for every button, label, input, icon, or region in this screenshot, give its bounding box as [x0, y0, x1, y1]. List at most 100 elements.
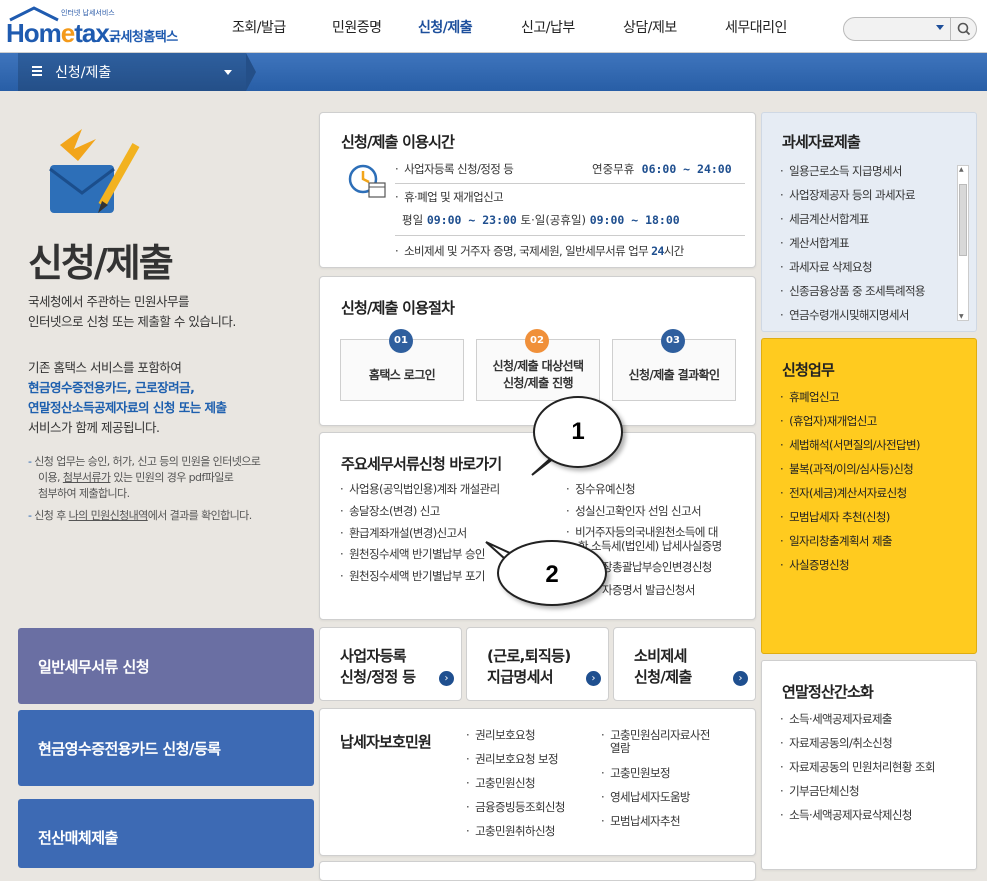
shortcut-link[interactable]: 원천징수세액 반기별납부 포기: [340, 568, 485, 584]
step-number: 01: [389, 329, 413, 353]
scrollbar-thumb[interactable]: [959, 184, 967, 256]
quick-business-registration[interactable]: 사업자등록 신청/정정 등 ›: [319, 627, 462, 701]
scroll-down-icon[interactable]: ▼: [959, 313, 964, 320]
year-end-link[interactable]: 기부금단체신청: [780, 783, 859, 799]
section-selector[interactable]: 신청/제출: [18, 53, 256, 91]
hours-row-registration-note: 연중무휴: [592, 162, 635, 176]
apply-tasks-panel: 신청업무 휴폐업신고 (휴업자)재개업신고 세법해석(서면질의/사전답변) 불복…: [761, 338, 977, 654]
shortcut-link[interactable]: 송달장소(변경) 신고: [340, 503, 440, 519]
intro-description: 국세청에서 주관하는 민원사무를 인터넷으로 신청 또는 제출할 수 있습니다.: [28, 294, 236, 329]
shortcut-link[interactable]: 징수유예신청: [566, 481, 635, 497]
page-title: 신청/제출: [28, 241, 174, 285]
tax-data-link[interactable]: 계산서합계표: [780, 235, 849, 251]
shortcut-link[interactable]: 원천징수세액 반기별납부 승인: [340, 546, 485, 562]
intro-note-2: - 신청 후 나의 민원신청내역에서 결과를 확인합니다.: [28, 509, 252, 522]
shortcut-link[interactable]: 환급계좌개설(변경)신고서: [340, 525, 467, 541]
arrow-right-icon: ›: [733, 671, 748, 686]
year-end-title: 연말정산간소화: [782, 683, 874, 701]
search-icon: [957, 22, 971, 36]
envelope-pencil-icon: [49, 129, 140, 213]
apply-link[interactable]: 세법해석(서면질의/사전답변): [780, 437, 920, 453]
apply-link[interactable]: 사실증명신청: [780, 557, 849, 573]
step-number: 02: [525, 329, 549, 353]
arrow-right-icon: ›: [439, 671, 454, 686]
logo-tagline: 인터넷 납세서비스: [61, 9, 115, 17]
search-box[interactable]: [843, 17, 977, 41]
tax-data-panel: 과세자료제출 일용근로소득 지급명세서 사업장제공자 등의 과세자료 세금계산서…: [761, 112, 977, 332]
apply-title: 신청업무: [782, 361, 835, 379]
year-end-link[interactable]: 소득·세액공제자료제출: [780, 711, 892, 727]
hometax-logo[interactable]: 인터넷 납세서비스 Hometax. 국세청홈택스: [6, 6, 191, 48]
protection-link[interactable]: 고충민원신청: [466, 775, 535, 791]
quick-payment-statement[interactable]: (근로,퇴직등) 지급명세서 ›: [466, 627, 609, 701]
year-end-link[interactable]: 소득·세액공제자료삭제신청: [780, 807, 912, 823]
intro-note-1: - 신청 업무는 승인, 허가, 신고 등의 민원을 인터넷으로 이용, 첨부서…: [28, 455, 261, 500]
tax-data-link[interactable]: 과세자료 삭제요청: [780, 259, 873, 275]
taxpayer-protection-panel: 납세자보호민원 권리보호요청 권리보호요청 보정 고충민원신청 금융증빙등조회신…: [319, 708, 756, 856]
hours-row-closure-times: 평일 09:00 ~ 23:00 토·일(공휴일) 09:00 ~ 18:00: [402, 213, 680, 227]
nav-inquiry[interactable]: 조회/발급: [232, 17, 286, 37]
apply-link[interactable]: 전자(세금)계산서자료신청: [780, 485, 907, 501]
nav-report-pay[interactable]: 신고/납부: [521, 17, 575, 37]
callout-badge-1: 1: [533, 396, 623, 468]
year-end-link[interactable]: 자료제공동의/취소신청: [780, 735, 893, 751]
usage-hours-panel: 신청/제출 이용시간 사업자등록 신청/정정 등 연중무휴 06:00 ~ 24…: [319, 112, 756, 268]
protection-link-cont[interactable]: 열람: [610, 740, 631, 756]
year-end-link[interactable]: 자료제공동의 민원처리현황 조회: [780, 759, 935, 775]
hours-row-registration-time: 06:00 ~ 24:00: [641, 162, 732, 176]
protection-link[interactable]: 금융증빙등조회신청: [466, 799, 565, 815]
menu-icon: [32, 66, 42, 76]
general-tax-docs-button[interactable]: 일반세무서류 신청: [18, 628, 314, 704]
shortcut-link[interactable]: 성실신고확인자 선임 신고서: [566, 503, 701, 519]
scrollbar[interactable]: ▲ ▼: [957, 165, 969, 321]
apply-link[interactable]: 모범납세자 추천(신청): [780, 509, 890, 525]
shortcut-link[interactable]: 장총괄납부승인변경신청: [602, 559, 712, 575]
arrow-right-icon: ›: [586, 671, 601, 686]
nav-certificate[interactable]: 민원증명: [332, 17, 382, 37]
tax-data-link[interactable]: 일용근로소득 지급명세서: [780, 163, 902, 179]
protection-link[interactable]: 고충민원보정: [601, 765, 670, 781]
hours-row-other: 소비제세 및 거주자 증명, 국제세원, 일반세무서류 업무 24시간: [395, 243, 684, 259]
nav-tax-agent[interactable]: 세무대리인: [725, 17, 787, 37]
cash-receipt-card-button[interactable]: 현금영수증전용카드 신청/등록: [18, 710, 314, 786]
e-media-submit-button[interactable]: 전산매체제출: [18, 799, 314, 868]
protection-title: 납세자보호민원: [340, 733, 432, 751]
protection-link[interactable]: 모범납세자추천: [601, 813, 680, 829]
protection-link[interactable]: 권리보호요청 보정: [466, 751, 559, 767]
nav-consult[interactable]: 상담/제보: [623, 17, 677, 37]
tax-data-title: 과세자료제출: [782, 133, 861, 151]
intro-services: 기존 홈택스 서비스를 포함하여 현금영수증전용카드, 근로장려금, 연말정산소…: [28, 360, 227, 435]
callout-badge-2: 2: [497, 540, 607, 606]
hours-row-registration: 사업자등록 신청/정정 등: [395, 161, 514, 177]
shortcut-link[interactable]: 자증명서 발급신청서: [602, 582, 695, 598]
next-panel-edge: [319, 861, 756, 881]
tax-data-link[interactable]: 사업장제공자 등의 과세자료: [780, 187, 915, 203]
apply-link[interactable]: 휴폐업신고: [780, 389, 840, 405]
nav-apply-submit[interactable]: 신청/제출: [418, 17, 473, 37]
quick-consumption-tax[interactable]: 소비제세 신청/제출 ›: [613, 627, 756, 701]
apply-link[interactable]: (휴업자)재개업신고: [780, 413, 877, 429]
scroll-up-icon[interactable]: ▲: [959, 166, 964, 173]
tax-data-link[interactable]: 신종금융상품 중 조세특례적용: [780, 283, 956, 299]
tax-data-link[interactable]: 연금수령개시및해지명세서: [780, 307, 909, 323]
chevron-down-icon: [224, 70, 232, 75]
apply-link[interactable]: 일자리창출계획서 제출: [780, 533, 892, 549]
year-end-panel: 연말정산간소화 소득·세액공제자료제출 자료제공동의/취소신청 자료제공동의 민…: [761, 660, 977, 870]
protection-link[interactable]: 권리보호요청: [466, 727, 535, 743]
hours-row-closure: 휴·폐업 및 재개업신고: [395, 189, 504, 205]
chevron-down-icon[interactable]: [936, 25, 944, 30]
apply-link[interactable]: 불복(과적/이의/심사등)신청: [780, 461, 914, 477]
procedure-panel: 신청/제출 이용절차 홈택스 로그인 신청/제출 대상선택 신청/제출 진행 신청…: [319, 276, 756, 426]
search-button[interactable]: [950, 18, 977, 40]
tax-data-link[interactable]: 세금계산서합계표: [780, 211, 869, 227]
shortcut-link[interactable]: 사업용(공익법인용)계좌 개설관리: [340, 481, 500, 497]
shortcut-link-cont[interactable]: 한 소득세(법인세) 납세사실증명: [578, 538, 722, 554]
my-application-link[interactable]: 나의 민원신청내역: [69, 509, 149, 522]
protection-link[interactable]: 영세납세자도움방: [601, 789, 690, 805]
logo-subtitle: 국세청홈택스: [109, 30, 178, 45]
step-number: 03: [661, 329, 685, 353]
procedure-title: 신청/제출 이용절차: [341, 299, 455, 317]
breadcrumb-arrow: [246, 53, 256, 91]
protection-link[interactable]: 고충민원취하신청: [466, 823, 555, 839]
divider: [395, 183, 745, 184]
